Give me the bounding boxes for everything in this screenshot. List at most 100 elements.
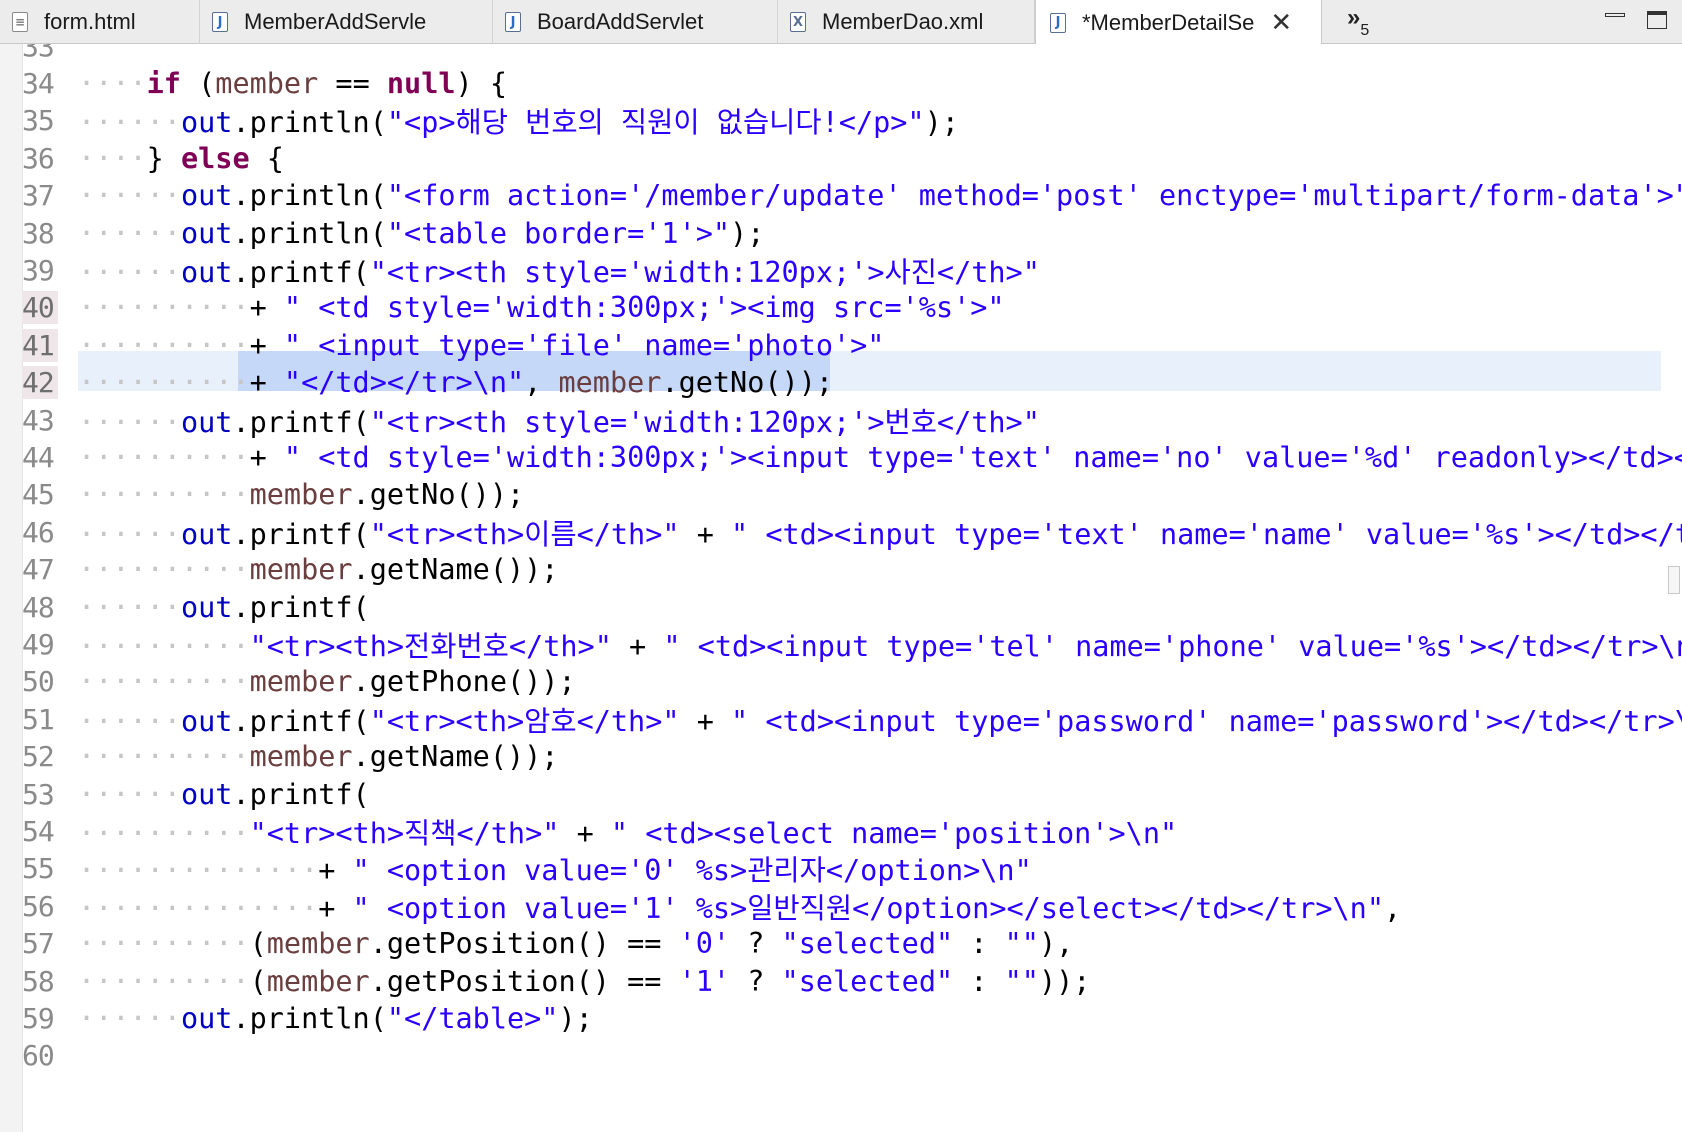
- code-line[interactable]: 37 ······out.println("<form action='/memb…: [0, 176, 1682, 216]
- code-token: out: [180, 179, 233, 213]
- code-token: "<tr><th style='width:120px;'>사진</th>": [369, 255, 1040, 289]
- maximize-icon[interactable]: [1647, 11, 1667, 29]
- code-line[interactable]: 53 ······out.printf(: [0, 774, 1682, 814]
- tab-member-detail-servlet[interactable]: *MemberDetailSe ✕: [1035, 0, 1322, 45]
- code-line[interactable]: 34 ····if (member == null) {: [0, 63, 1682, 103]
- code-token: .getName());: [352, 740, 559, 774]
- code-token: " <td style='width:300px;'><img src='%s'…: [283, 291, 1005, 325]
- whitespace-marker: ··········: [78, 816, 250, 850]
- code-token: ) {: [455, 66, 508, 100]
- code-line[interactable]: 38 ······out.println("<table border='1'>"…: [0, 213, 1682, 253]
- close-icon[interactable]: ✕: [1270, 7, 1292, 38]
- code-text: ··············+ " <option value='0' %s>관…: [78, 848, 1032, 889]
- code-token: +: [559, 816, 611, 850]
- line-number: 56: [22, 889, 55, 923]
- code-token: " <option value='0' %s>관리자</option>\n": [352, 854, 1032, 888]
- tab-board-add-servlet[interactable]: BoardAddServlet: [493, 0, 778, 44]
- code-line[interactable]: 44 ··········+ " <td style='width:300px;'…: [0, 437, 1682, 477]
- code-line[interactable]: 45 ··········member.getNo());: [0, 475, 1682, 515]
- line-number: 54: [22, 814, 55, 848]
- code-token: out: [180, 1001, 233, 1035]
- code-token: .println(: [232, 179, 387, 213]
- line-number: 50: [22, 665, 55, 699]
- whitespace-marker: ··········: [78, 366, 250, 400]
- code-token: member: [249, 553, 353, 587]
- code-token: "selected": [781, 927, 954, 961]
- code-line[interactable]: 41 ··········+ " <input type='file' name=…: [0, 325, 1682, 365]
- code-line[interactable]: 52 ··········member.getName());: [0, 737, 1682, 777]
- whitespace-marker: ··········: [78, 927, 250, 961]
- code-token: member: [249, 478, 353, 512]
- code-token: "</table>": [386, 1001, 559, 1035]
- code-line[interactable]: 43 ······out.printf("<tr><th style='width…: [0, 400, 1682, 440]
- xml-file-icon: [790, 12, 806, 32]
- code-line[interactable]: 42 ··········+ "</td></tr>\n", member.get…: [0, 363, 1682, 403]
- line-number: 53: [22, 777, 55, 811]
- code-line[interactable]: 56 ··············+ " <option value='1' %s…: [0, 886, 1682, 926]
- code-token: .println(: [232, 1001, 387, 1035]
- tab-form-html[interactable]: form.html: [0, 0, 200, 44]
- line-number: 45: [22, 478, 55, 512]
- code-text: ····if (member == null) {: [78, 67, 507, 100]
- code-token: .getName());: [352, 553, 559, 587]
- code-token: .printf(: [232, 777, 370, 811]
- code-token: out: [180, 517, 233, 551]
- code-token: member: [558, 366, 662, 400]
- code-line[interactable]: 35 ······out.println("<p>해당 번호의 직원이 없습니다!…: [0, 101, 1682, 141]
- code-token: "": [1004, 964, 1039, 998]
- code-token: :: [953, 927, 1005, 961]
- code-token: (: [249, 927, 267, 961]
- code-text: ··········member.getName());: [78, 553, 558, 586]
- html-file-icon: [12, 12, 28, 32]
- code-token: +: [318, 854, 353, 888]
- code-line[interactable]: 58 ··········(member.getPosition() == '1'…: [0, 961, 1682, 1001]
- code-line[interactable]: 47 ··········member.getName());: [0, 550, 1682, 590]
- code-token: "<tr><th>직책</th>": [249, 816, 560, 850]
- code-line[interactable]: 40 ··········+ " <td style='width:300px;'…: [0, 288, 1682, 328]
- code-line[interactable]: 55 ··············+ " <option value='0' %s…: [0, 849, 1682, 889]
- code-token: .getNo());: [352, 478, 525, 512]
- code-line[interactable]: 46 ······out.printf("<tr><th>이름</th>" + "…: [0, 512, 1682, 552]
- line-number: 47: [22, 553, 55, 587]
- tab-member-dao-xml[interactable]: MemberDao.xml: [778, 0, 1035, 44]
- code-token: );: [924, 106, 959, 140]
- code-text: ······out.printf("<tr><th>암호</th>" + " <…: [78, 699, 1682, 740]
- whitespace-marker: ······: [78, 777, 181, 811]
- code-line[interactable]: 59 ······out.println("</table>");: [0, 998, 1682, 1038]
- code-token: " <td><input type='password' name='passw…: [731, 704, 1682, 738]
- tab-overflow-button[interactable]: » 5: [1347, 4, 1369, 39]
- minimize-icon[interactable]: [1605, 13, 1625, 17]
- line-number: 39: [22, 253, 55, 287]
- whitespace-marker: ··········: [78, 328, 250, 362]
- code-token: ,: [524, 366, 559, 400]
- whitespace-marker: ··········: [78, 440, 250, 474]
- overflow-count: 5: [1360, 22, 1370, 39]
- tab-member-add-servlet[interactable]: MemberAddServle: [200, 0, 493, 44]
- code-line[interactable]: 51 ······out.printf("<tr><th>암호</th>" + "…: [0, 699, 1682, 739]
- code-token: out: [180, 590, 233, 624]
- code-token: out: [180, 704, 233, 738]
- code-line[interactable]: 48 ······out.printf(: [0, 587, 1682, 627]
- code-text: ······out.printf("<tr><th>이름</th>" + " <…: [78, 512, 1682, 553]
- code-token: '1': [678, 964, 731, 998]
- code-line[interactable]: 57 ··········(member.getPosition() == '0'…: [0, 924, 1682, 964]
- tab-label: form.html: [44, 9, 136, 34]
- whitespace-marker: ··············: [78, 891, 319, 925]
- code-line[interactable]: 60: [0, 1036, 1682, 1076]
- code-line[interactable]: 50 ··········member.getPhone());: [0, 662, 1682, 702]
- code-text: ··········member.getNo());: [78, 478, 524, 511]
- code-token: out: [180, 106, 233, 140]
- code-line[interactable]: 49 ··········"<tr><th>전화번호</th>" + " <td>…: [0, 624, 1682, 664]
- java-file-icon: [212, 12, 228, 32]
- code-token: .getPosition() ==: [369, 927, 679, 961]
- code-line[interactable]: 39 ······out.printf("<tr><th style='width…: [0, 250, 1682, 290]
- whitespace-marker: ····: [78, 66, 147, 100]
- code-editor[interactable]: 33 34 ····if (member == null) {35 ······out…: [0, 44, 1682, 1132]
- code-token: "<tr><th>암호</th>": [369, 704, 680, 738]
- code-line[interactable]: 54 ··········"<tr><th>직책</th>" + " <td><s…: [0, 811, 1682, 851]
- code-token: out: [180, 255, 233, 289]
- code-token: (: [180, 66, 216, 100]
- whitespace-marker: ······: [78, 590, 181, 624]
- code-token: :: [953, 964, 1005, 998]
- code-line[interactable]: 36 ····} else {: [0, 138, 1682, 178]
